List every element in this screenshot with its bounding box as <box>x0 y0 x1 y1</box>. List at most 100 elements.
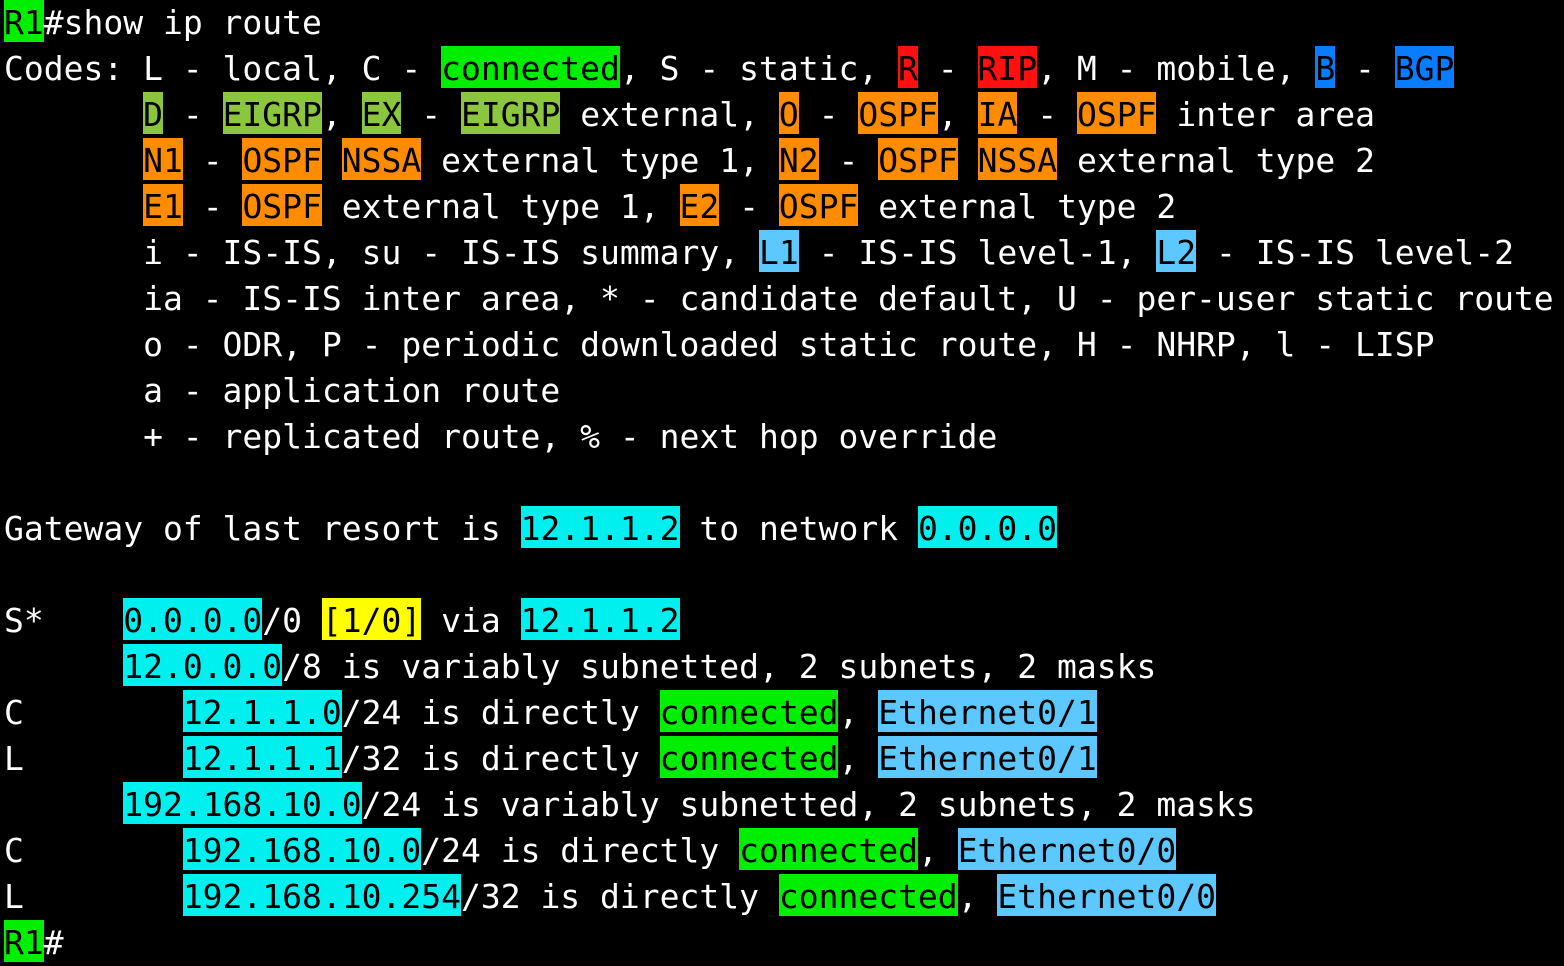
highlighted-token: OSPF <box>1076 92 1157 134</box>
highlighted-token: 12.1.1.2 <box>520 598 680 640</box>
terminal-line: R1#show ip route <box>4 0 1564 46</box>
highlighted-token: OSPF <box>242 184 322 226</box>
terminal-text: - <box>1017 95 1077 134</box>
terminal-line: i - IS-IS, su - IS-IS summary, L1 - IS-I… <box>4 230 1564 276</box>
terminal-line: o - ODR, P - periodic downloaded static … <box>4 322 1564 368</box>
highlighted-token: OSPF <box>242 138 322 180</box>
terminal-text: , <box>937 95 978 134</box>
terminal-line: Gateway of last resort is 12.1.1.2 to ne… <box>4 506 1564 552</box>
terminal-text: , <box>917 831 958 870</box>
terminal-text: /8 is variably subnetted, 2 subnets, 2 m… <box>282 647 1157 686</box>
terminal-text: #show ip route <box>43 3 322 42</box>
terminal-text: - <box>818 141 879 180</box>
terminal-line: R1# <box>4 920 1564 966</box>
highlighted-token: OSPF <box>858 92 938 134</box>
highlighted-token: B <box>1315 46 1336 88</box>
terminal-line: L 192.168.10.254/32 is directly connecte… <box>4 874 1564 920</box>
highlighted-token: R1 <box>4 0 44 42</box>
terminal-line: E1 - OSPF external type 1, E2 - OSPF ext… <box>4 184 1564 230</box>
terminal-line: C 192.168.10.0/24 is directly connected,… <box>4 828 1564 874</box>
terminal-text: , <box>321 95 362 134</box>
terminal-text: /32 is directly <box>341 739 660 778</box>
terminal-line: Codes: L - local, C - connected, S - sta… <box>4 46 1564 92</box>
highlighted-token: 12.0.0.0 <box>123 644 283 686</box>
terminal-text: i - IS-IS, su - IS-IS summary, <box>4 233 759 272</box>
highlighted-token: 12.1.1.2 <box>520 506 680 548</box>
highlighted-token: IA <box>977 92 1018 134</box>
highlighted-token: connected <box>659 736 839 778</box>
terminal-line: L 12.1.1.1/32 is directly connected, Eth… <box>4 736 1564 782</box>
highlighted-token: OSPF <box>778 184 859 226</box>
terminal-text: C <box>4 831 183 870</box>
terminal-text: external type 2 <box>858 187 1177 226</box>
terminal-text: - <box>719 187 779 226</box>
terminal-text: L <box>4 877 183 916</box>
terminal-text: S* <box>4 601 124 640</box>
terminal-line: C 12.1.1.0/24 is directly connected, Eth… <box>4 690 1564 736</box>
terminal-text: - <box>182 187 243 226</box>
highlighted-token: connected <box>778 874 958 916</box>
highlighted-token: 192.168.10.254 <box>182 874 461 916</box>
terminal-text: + - replicated route, % - next hop overr… <box>4 417 998 456</box>
highlighted-token: 12.1.1.0 <box>182 690 342 732</box>
terminal-line: S* 0.0.0.0/0 [1/0] via 12.1.1.2 <box>4 598 1564 644</box>
terminal-text: o - ODR, P - periodic downloaded static … <box>4 325 1435 364</box>
highlighted-token: connected <box>659 690 839 732</box>
highlighted-token: R1 <box>4 920 44 962</box>
terminal-text: - <box>401 95 462 134</box>
terminal-line: 12.0.0.0/8 is variably subnetted, 2 subn… <box>4 644 1564 690</box>
highlighted-token: N2 <box>778 138 819 180</box>
terminal-text: - <box>917 49 978 88</box>
terminal-text: external, <box>560 95 779 134</box>
highlighted-token: OSPF <box>878 138 958 180</box>
highlighted-token: L1 <box>758 230 799 272</box>
highlighted-token: R <box>898 46 918 88</box>
terminal-text: inter area <box>1156 95 1376 134</box>
terminal-text: , S - static, <box>619 49 899 88</box>
highlighted-token: Ethernet0/0 <box>997 874 1216 916</box>
terminal-text: , <box>957 877 998 916</box>
terminal-line: D - EIGRP, EX - EIGRP external, O - OSPF… <box>4 92 1564 138</box>
terminal-window[interactable]: R1#show ip route Codes: L - local, C - co… <box>0 0 1564 962</box>
terminal-text: , <box>838 693 879 732</box>
terminal-text: external type 1, <box>421 141 779 180</box>
highlighted-token: O <box>778 92 799 134</box>
terminal-text: Gateway of last resort is <box>4 509 521 548</box>
highlighted-token: BGP <box>1394 46 1455 88</box>
terminal-text: /24 is directly <box>421 831 740 870</box>
terminal-text: - <box>1335 49 1395 88</box>
highlighted-token: Ethernet0/0 <box>957 828 1177 870</box>
terminal-text: - <box>162 95 223 134</box>
terminal-text: C <box>4 693 183 732</box>
terminal-text: - IS-IS level-1, <box>798 233 1157 272</box>
highlighted-token: L2 <box>1156 230 1197 272</box>
highlighted-token: RIP <box>977 46 1038 88</box>
highlighted-token: 0.0.0.0 <box>123 598 263 640</box>
terminal-text: /24 is variably subnetted, 2 subnets, 2 … <box>361 785 1256 824</box>
terminal-text: to network <box>679 509 918 548</box>
highlighted-token: EX <box>361 92 402 134</box>
terminal-text: , M - mobile, <box>1037 49 1316 88</box>
highlighted-token: Ethernet0/1 <box>878 736 1097 778</box>
highlighted-token: connected <box>441 46 620 88</box>
terminal-line: N1 - OSPF NSSA external type 1, N2 - OSP… <box>4 138 1564 184</box>
highlighted-token: EIGRP <box>461 92 561 134</box>
highlighted-token: EIGRP <box>222 92 322 134</box>
terminal-text: /0 <box>262 601 322 640</box>
terminal-text: external type 2 <box>1057 141 1375 180</box>
terminal-text: external type 1, <box>321 187 680 226</box>
terminal-text: ia - IS-IS inter area, * - candidate def… <box>4 279 1554 318</box>
terminal-line: ia - IS-IS inter area, * - candidate def… <box>4 276 1564 322</box>
terminal-text: # <box>43 923 64 962</box>
highlighted-token: NSSA <box>341 138 422 180</box>
highlighted-token: E1 <box>143 184 183 226</box>
terminal-line: a - application route <box>4 368 1564 414</box>
highlighted-token: 192.168.10.0 <box>123 782 362 824</box>
